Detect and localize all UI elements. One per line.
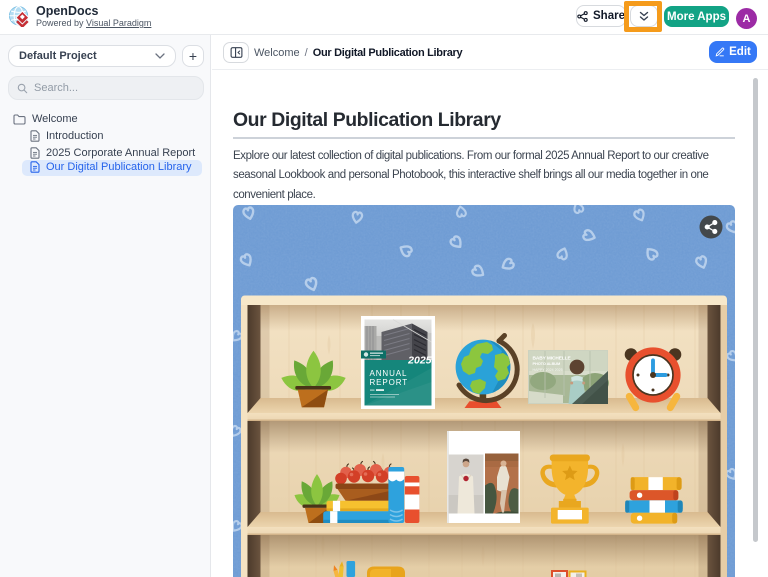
svg-text:ANNUAL: ANNUAL [370, 369, 408, 378]
svg-text:2025: 2025 [407, 355, 432, 367]
svg-text:REPORT: REPORT [370, 378, 409, 387]
svg-text:HAPPY 2024 2025: HAPPY 2024 2025 [533, 368, 563, 372]
svg-text:PHOTO ALBUM: PHOTO ALBUM [533, 361, 561, 366]
